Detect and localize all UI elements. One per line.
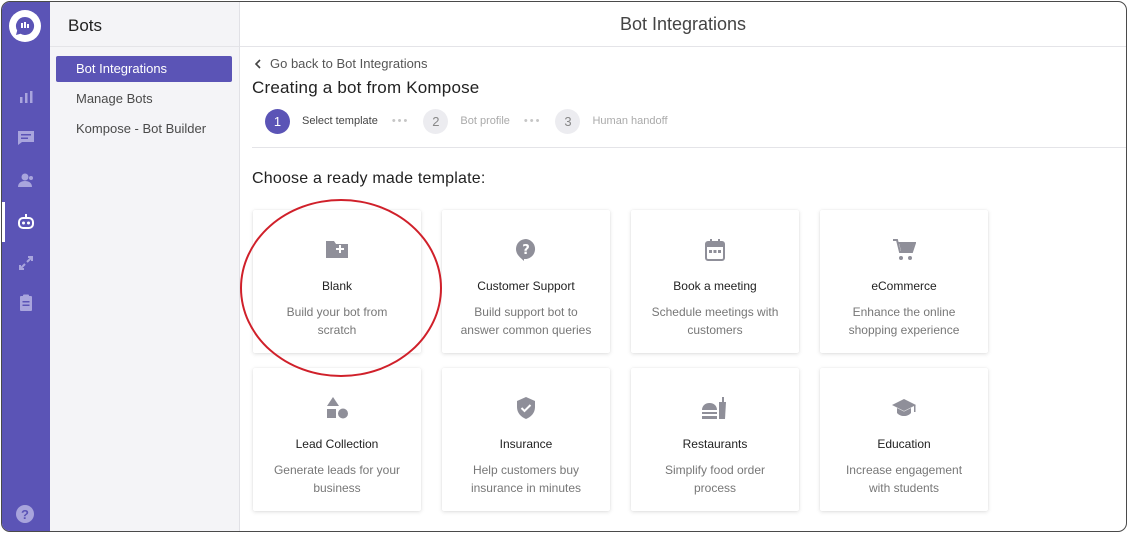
shapes-icon bbox=[327, 397, 348, 419]
bot-icon[interactable] bbox=[2, 202, 50, 242]
template-card-book-a-meeting[interactable]: Book a meeting Schedule meetings with cu… bbox=[631, 210, 799, 353]
subnav-item-manage-bots[interactable]: Manage Bots bbox=[56, 86, 232, 112]
food-icon bbox=[702, 397, 726, 419]
app-window: ? Bots Bot Integrations Manage Bots Komp… bbox=[1, 1, 1127, 532]
template-description: Generate leads for your business bbox=[273, 463, 401, 495]
bar-chart-icon[interactable] bbox=[2, 86, 50, 108]
chevron-left-icon bbox=[254, 58, 261, 69]
users-icon[interactable] bbox=[2, 169, 50, 191]
svg-text:?: ? bbox=[522, 243, 530, 258]
back-link-label: Go back to Bot Integrations bbox=[270, 56, 428, 71]
template-card-blank[interactable]: Blank Build your bot from scratch bbox=[253, 210, 421, 353]
wizard-stepper: 1 Select template ••• 2 Bot profile ••• … bbox=[265, 108, 668, 134]
step-1-label: Select template bbox=[302, 115, 378, 127]
wizard-heading: Creating a bot from Kompose bbox=[252, 78, 480, 97]
template-name: Lead Collection bbox=[295, 437, 379, 451]
step-2-label: Bot profile bbox=[460, 115, 510, 127]
template-description: Simplify food order process bbox=[664, 463, 766, 495]
template-card-lead-collection[interactable]: Lead Collection Generate leads for your … bbox=[253, 368, 421, 511]
step-2-number[interactable]: 2 bbox=[423, 108, 449, 134]
question-bubble-icon: ? bbox=[516, 239, 536, 261]
back-link[interactable]: Go back to Bot Integrations bbox=[254, 56, 428, 71]
step-1-number[interactable]: 1 bbox=[265, 108, 290, 134]
step-3-number[interactable]: 3 bbox=[555, 108, 581, 134]
chat-logo-icon[interactable] bbox=[9, 10, 41, 42]
reports-icon[interactable] bbox=[2, 292, 50, 314]
choose-template-heading: Choose a ready made template: bbox=[252, 170, 486, 187]
template-description: Build your bot from scratch bbox=[286, 305, 388, 337]
cart-icon bbox=[893, 239, 916, 260]
calendar-icon bbox=[705, 239, 725, 261]
step-separator: ••• bbox=[391, 115, 410, 127]
template-name: Education bbox=[877, 437, 931, 451]
folder-plus-icon bbox=[326, 241, 348, 258]
section-divider bbox=[252, 147, 1126, 148]
step-3-label: Human handoff bbox=[592, 115, 668, 127]
template-name: Book a meeting bbox=[673, 279, 757, 293]
icon-rail: ? bbox=[2, 2, 50, 531]
template-name: Blank bbox=[321, 279, 353, 293]
template-name: eCommerce bbox=[871, 279, 937, 293]
template-card-restaurants[interactable]: Restaurants Simplify food order process bbox=[631, 368, 799, 511]
subnav-divider bbox=[50, 46, 239, 47]
page-title: Bot Integrations bbox=[619, 13, 747, 34]
template-card-insurance[interactable]: Insurance Help customers buy insurance i… bbox=[442, 368, 610, 511]
template-description: Enhance the online shopping experience bbox=[848, 305, 960, 337]
template-description: Build support bot to answer common queri… bbox=[460, 305, 592, 337]
template-card-ecommerce[interactable]: eCommerce Enhance the online shopping ex… bbox=[820, 210, 988, 353]
conversations-icon[interactable] bbox=[2, 127, 50, 149]
bots-subnav: Bots Bot Integrations Manage Bots Kompos… bbox=[50, 2, 240, 531]
template-name: Insurance bbox=[499, 437, 553, 451]
template-description: Help customers buy insurance in minutes bbox=[470, 463, 582, 495]
step-separator: ••• bbox=[523, 115, 542, 127]
shield-check-icon bbox=[517, 397, 535, 419]
template-description: Increase engagement with students bbox=[845, 463, 963, 495]
integrations-icon[interactable] bbox=[2, 252, 50, 274]
subnav-title: Bots bbox=[68, 16, 103, 35]
subnav-item-kompose-bot-builder[interactable]: Kompose - Bot Builder bbox=[56, 116, 232, 142]
subnav-item-bot-integrations[interactable]: Bot Integrations bbox=[56, 56, 232, 82]
template-card-customer-support[interactable]: ? Customer Support Build support bot to … bbox=[442, 210, 610, 353]
template-name: Customer Support bbox=[477, 279, 575, 293]
help-icon[interactable]: ? bbox=[16, 505, 34, 523]
main-content: Bot Integrations Go back to Bot Integrat… bbox=[240, 2, 1126, 531]
template-card-education[interactable]: Education Increase engagement with stude… bbox=[820, 368, 988, 511]
graduation-cap-icon bbox=[892, 399, 916, 416]
template-description: Schedule meetings with customers bbox=[651, 305, 779, 337]
template-name: Restaurants bbox=[682, 437, 748, 451]
top-bar: Bot Integrations bbox=[240, 2, 1126, 47]
